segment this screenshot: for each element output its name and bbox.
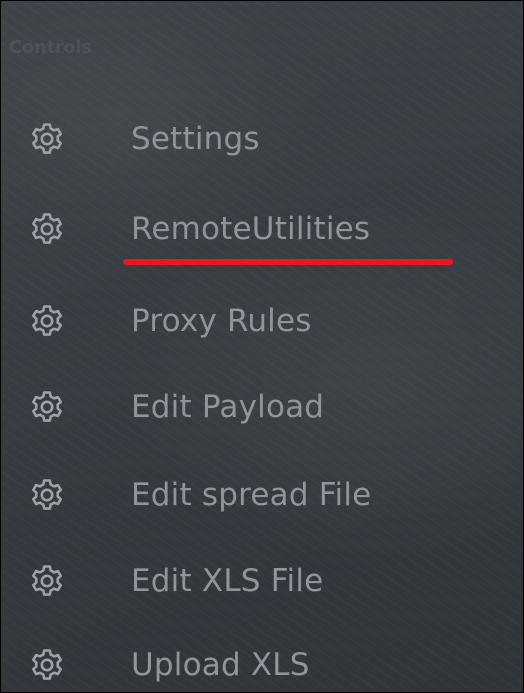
menu-item-edit-payload[interactable]: Edit Payload bbox=[27, 377, 324, 437]
gear-icon bbox=[27, 387, 67, 427]
gear-icon bbox=[27, 475, 67, 515]
menu-item-proxy-rules[interactable]: Proxy Rules bbox=[27, 291, 312, 351]
gear-icon bbox=[27, 119, 67, 159]
menu-item-label: Edit spread File bbox=[131, 477, 372, 513]
gear-icon bbox=[27, 561, 67, 601]
menu-item-upload-xls[interactable]: Upload XLS bbox=[27, 635, 310, 692]
gear-icon bbox=[27, 301, 67, 341]
menu-item-label: Proxy Rules bbox=[131, 303, 312, 339]
menu-item-label: Edit XLS File bbox=[131, 563, 324, 599]
red-underline-annotation bbox=[123, 259, 453, 265]
menu-item-label: RemoteUtilities bbox=[131, 211, 371, 247]
controls-menu: Settings RemoteUtilities Proxy Rules Edi… bbox=[1, 1, 523, 692]
menu-item-label: Upload XLS bbox=[131, 647, 310, 683]
menu-item-label: Edit Payload bbox=[131, 389, 325, 425]
controls-panel: Controls Settings RemoteUtilities Proxy … bbox=[0, 0, 524, 693]
menu-item-settings[interactable]: Settings bbox=[27, 109, 260, 169]
menu-item-edit-spread-file[interactable]: Edit spread File bbox=[27, 465, 371, 525]
gear-icon bbox=[27, 645, 67, 685]
menu-item-remoteutilities[interactable]: RemoteUtilities bbox=[27, 199, 370, 259]
menu-item-label: Settings bbox=[131, 121, 260, 157]
menu-item-edit-xls-file[interactable]: Edit XLS File bbox=[27, 551, 323, 611]
gear-icon bbox=[27, 209, 67, 249]
